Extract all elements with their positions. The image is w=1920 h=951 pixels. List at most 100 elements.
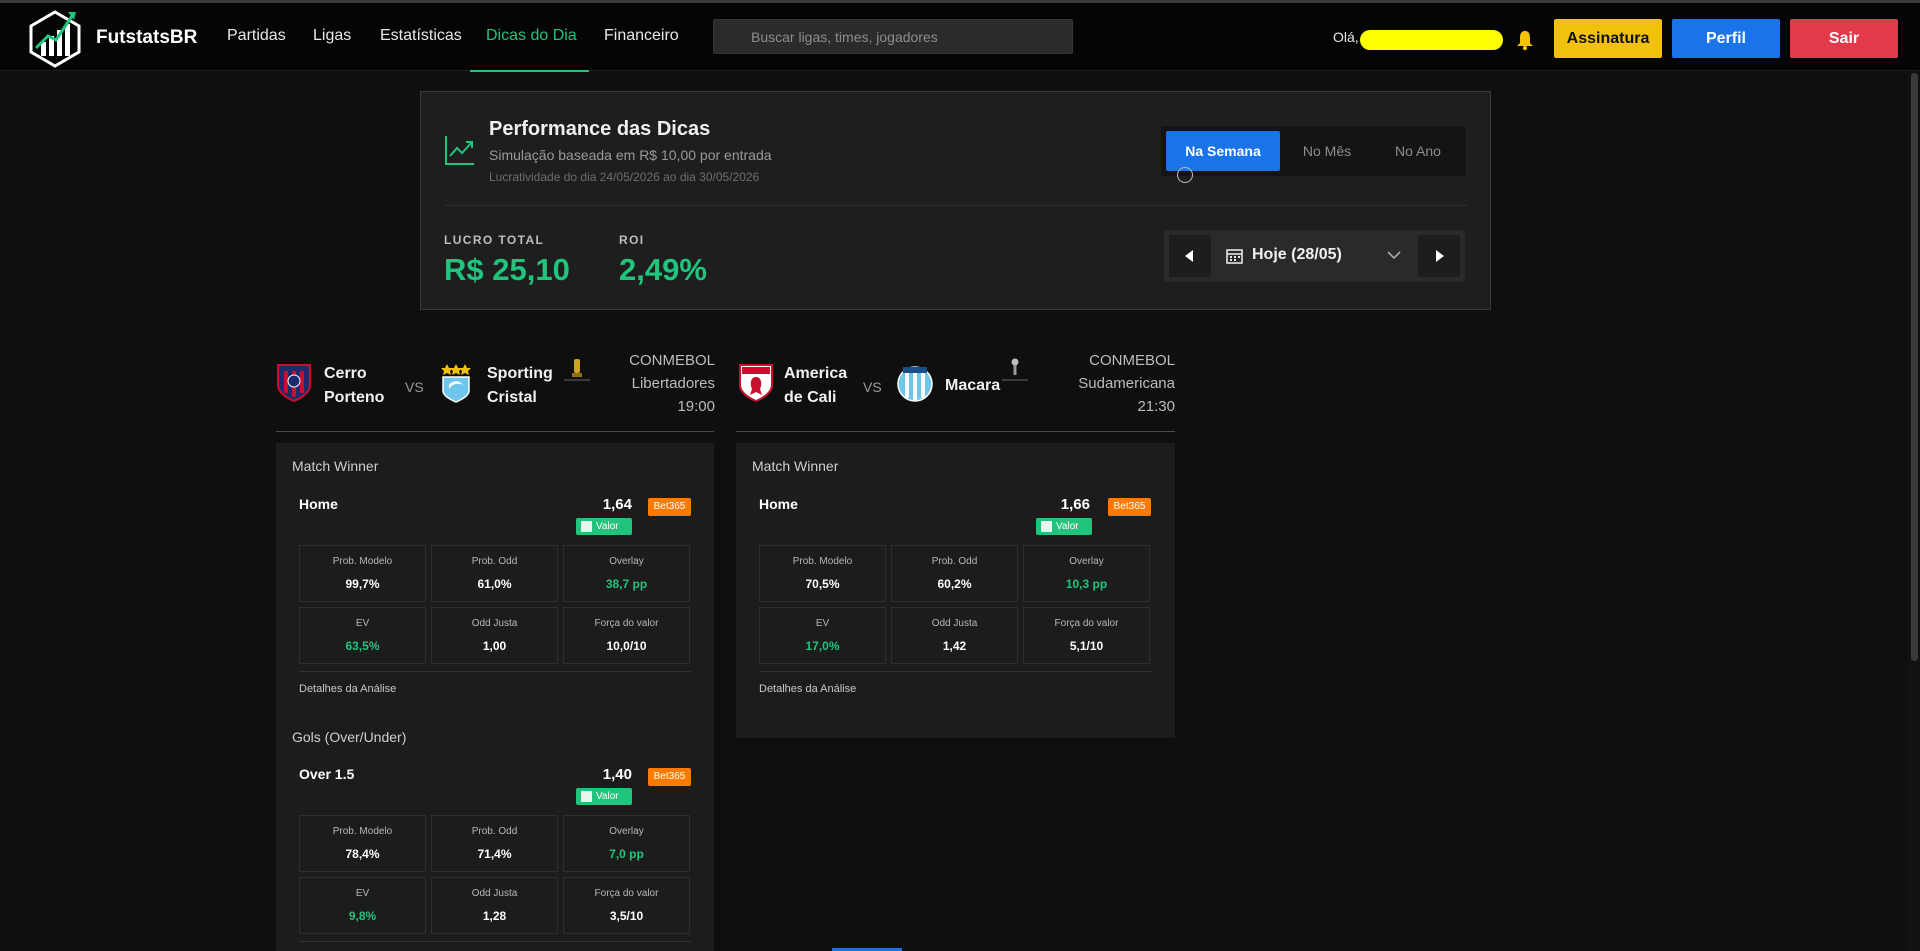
- pick-name: Home: [759, 496, 798, 512]
- prev-day-button[interactable]: [1169, 235, 1211, 277]
- match-tips-card-1: Match Winner Home 1,64 Bet365 Valor Prob…: [276, 443, 714, 951]
- nav-link-estatisticas[interactable]: Estatísticas: [380, 27, 462, 45]
- away-team-name: Macara: [945, 377, 1001, 394]
- metric-value: 71,4%: [477, 847, 512, 861]
- metric-label: Prob. Modelo: [332, 826, 393, 837]
- value-badge: Valor: [1036, 518, 1092, 535]
- bookmaker-badge[interactable]: Bet365: [648, 768, 691, 786]
- competition-name: CONMEBOL Sudamericana 21:30: [1040, 349, 1175, 418]
- odd-value: 1,66: [1060, 496, 1090, 513]
- logo-icon[interactable]: [26, 6, 84, 70]
- away-team-name-line1: Sporting: [487, 365, 553, 382]
- libertadores-trophy-icon: [564, 359, 590, 381]
- nav-link-financeiro[interactable]: Financeiro: [604, 27, 679, 45]
- metric-prob-odd: Prob. Odd 71,4%: [431, 815, 558, 872]
- sair-button[interactable]: Sair: [1790, 19, 1898, 58]
- match-header-divider: [276, 431, 714, 432]
- odd-value: 1,40: [602, 766, 632, 783]
- nav-link-partidas[interactable]: Partidas: [227, 27, 286, 45]
- next-day-button[interactable]: [1418, 235, 1460, 277]
- market-title: Match Winner: [752, 458, 839, 474]
- details-link[interactable]: Detalhes da Análise: [299, 683, 396, 695]
- sporting-cristal-logo-icon: [441, 364, 471, 403]
- date-picker-value[interactable]: Hoje (28/05): [1252, 246, 1342, 264]
- metric-value: 3,5/10: [609, 909, 644, 923]
- assinatura-button[interactable]: Assinatura: [1554, 19, 1662, 58]
- metric-prob-odd: Prob. Odd 61,0%: [431, 545, 558, 602]
- metric-label: Odd Justa: [931, 618, 978, 629]
- metric-label: EV: [355, 618, 370, 629]
- performance-panel: Performance das Dicas Simulação baseada …: [420, 91, 1491, 310]
- competition-name: CONMEBOL Libertadores 19:00: [600, 349, 715, 418]
- bookmaker-badge[interactable]: Bet365: [648, 498, 691, 516]
- checkbox-icon: [581, 521, 592, 532]
- performance-divider: [444, 205, 1468, 206]
- match-time: 19:00: [677, 398, 715, 415]
- brand-name[interactable]: FutstatsBR: [96, 27, 197, 49]
- metric-forca-do-valor: Força do valor 3,5/10: [563, 877, 690, 934]
- search-input[interactable]: [713, 19, 1073, 54]
- metric-overlay: Overlay 38,7 pp: [563, 545, 690, 602]
- value-badge: Valor: [576, 518, 632, 535]
- caret-left-icon: [1185, 250, 1193, 262]
- perfil-button[interactable]: Perfil: [1672, 19, 1780, 58]
- away-team-name-line2: Cristal: [487, 389, 537, 406]
- cerro-porteno-logo-icon: [277, 364, 311, 403]
- caret-right-icon: [1436, 250, 1444, 262]
- metrics-divider: [759, 671, 1151, 672]
- metric-label: Prob. Odd: [931, 556, 978, 567]
- details-link[interactable]: Detalhes da Análise: [759, 683, 856, 695]
- metric-value: 10,3 pp: [1065, 577, 1108, 591]
- match-header-divider: [736, 431, 1175, 432]
- competition-line2: Sudamericana: [1078, 375, 1175, 392]
- market-title: Gols (Over/Under): [292, 729, 407, 745]
- home-team-name-line2: Porteno: [324, 389, 385, 406]
- metric-label: EV: [815, 618, 830, 629]
- chevron-down-icon[interactable]: [1387, 250, 1401, 260]
- metric-ev: EV 63,5%: [299, 607, 426, 664]
- top-navbar: FutstatsBR Partidas Ligas Estatísticas D…: [0, 3, 1920, 72]
- metric-label: Força do valor: [594, 618, 659, 629]
- metric-value: 60,2%: [937, 577, 972, 591]
- metric-label: Overlay: [1069, 556, 1104, 567]
- value-badge-label: Valor: [596, 521, 619, 532]
- period-button-semana[interactable]: Na Semana: [1166, 131, 1280, 171]
- metric-value: 38,7 pp: [605, 577, 648, 591]
- lucro-total-value: R$ 25,10: [444, 252, 570, 287]
- metric-value: 78,4%: [345, 847, 380, 861]
- home-team-name-line2: de Cali: [784, 389, 837, 406]
- roi-label: ROI: [619, 233, 645, 247]
- roi-value: 2,49%: [619, 252, 707, 287]
- bell-icon[interactable]: [1515, 29, 1535, 51]
- active-tab-indicator: [470, 70, 589, 72]
- match-time: 21:30: [1137, 398, 1175, 415]
- metric-odd-justa: Odd Justa 1,28: [431, 877, 558, 934]
- period-button-ano[interactable]: No Ano: [1374, 131, 1462, 171]
- performance-title: Performance das Dicas: [489, 118, 711, 140]
- metric-label: Prob. Odd: [471, 826, 518, 837]
- metric-label: Força do valor: [1054, 618, 1119, 629]
- macara-logo-icon: [897, 366, 933, 402]
- metric-odd-justa: Odd Justa 1,00: [431, 607, 558, 664]
- metrics-divider: [299, 671, 691, 672]
- metric-prob-modelo: Prob. Modelo 99,7%: [299, 545, 426, 602]
- nav-link-ligas[interactable]: Ligas: [313, 27, 351, 45]
- pick-name: Home: [299, 496, 338, 512]
- value-badge-label: Valor: [596, 791, 619, 802]
- metric-value: 70,5%: [805, 577, 840, 591]
- metric-forca-do-valor: Força do valor 5,1/10: [1023, 607, 1150, 664]
- odd-value: 1,64: [602, 496, 632, 513]
- metric-label: EV: [355, 888, 370, 899]
- scrollbar-thumb[interactable]: [1911, 73, 1918, 661]
- calendar-icon: [1226, 249, 1243, 264]
- trend-chart-icon: [445, 136, 474, 165]
- period-button-mes[interactable]: No Mês: [1285, 131, 1369, 171]
- metric-ev: EV 9,8%: [299, 877, 426, 934]
- vs-label: VS: [863, 379, 882, 395]
- value-badge: Valor: [576, 788, 632, 805]
- bookmaker-badge[interactable]: Bet365: [1108, 498, 1151, 516]
- metric-value: 17,0%: [805, 639, 840, 653]
- nav-link-dicas-do-dia[interactable]: Dicas do Dia: [486, 27, 577, 45]
- metric-odd-justa: Odd Justa 1,42: [891, 607, 1018, 664]
- metric-overlay: Overlay 10,3 pp: [1023, 545, 1150, 602]
